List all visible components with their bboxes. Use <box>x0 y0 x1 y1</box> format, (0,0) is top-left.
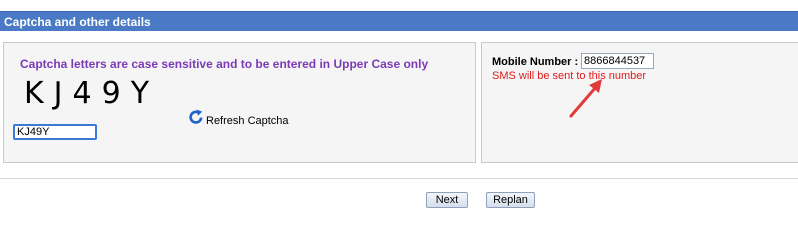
section-title: Captcha and other details <box>4 15 151 29</box>
replan-button[interactable]: Replan <box>486 192 535 208</box>
captcha-panel: Captcha letters are case sensitive and t… <box>3 42 476 163</box>
refresh-captcha-label[interactable]: Refresh Captcha <box>206 115 289 127</box>
captcha-input[interactable] <box>13 124 97 140</box>
mobile-panel: Mobile Number : 8866844537 SMS will be s… <box>481 42 798 163</box>
footer-divider <box>0 178 798 179</box>
section-header: Captcha and other details <box>0 11 798 31</box>
captcha-instruction: Captcha letters are case sensitive and t… <box>20 57 429 71</box>
mobile-number-field[interactable]: 8866844537 <box>581 53 654 69</box>
captcha-image: KJ49Y <box>24 76 160 111</box>
refresh-icon[interactable] <box>188 109 204 125</box>
next-button[interactable]: Next <box>426 192 468 208</box>
annotation-arrow <box>569 79 602 118</box>
refresh-captcha-button[interactable]: Refresh Captcha <box>188 109 289 127</box>
mobile-number-label: Mobile Number : <box>492 56 579 68</box>
